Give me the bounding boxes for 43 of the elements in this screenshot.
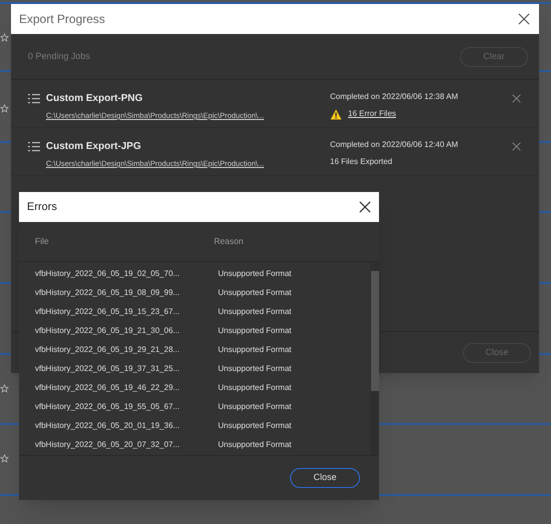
star-icon <box>0 454 9 463</box>
reason-cell: Unsupported Format <box>218 382 292 394</box>
file-cell-text: vfbHistory_2022_06_05_19_37_31_25... <box>35 363 181 376</box>
error-files-link[interactable]: 16 Error Files <box>348 108 396 120</box>
star-icon <box>0 104 9 113</box>
file-cell-text: vfbHistory_2022_06_05_20_07_32_07... <box>35 439 181 452</box>
reason-cell: Unsupported Format <box>218 344 292 356</box>
close-icon[interactable] <box>359 201 371 213</box>
list-icon[interactable] <box>28 93 40 105</box>
file-cell-text: vfbHistory_2022_06_05_19_55_05_67... <box>35 401 181 414</box>
column-header: File <box>35 235 50 248</box>
scrollbar-thumb[interactable] <box>370 271 378 391</box>
job-name: Custom Export-PNG <box>46 92 144 106</box>
file-cell-text: vfbHistory_2022_06_05_19_46_22_29... <box>35 382 181 394</box>
file-cell-text: vfbHistory_2022_06_05_19_15_23_67... <box>35 306 181 318</box>
job-status-text: Completed on 2022/06/06 12:40 AM <box>330 139 460 151</box>
star-icon <box>0 384 9 393</box>
list-icon[interactable] <box>28 141 40 153</box>
scrollbar[interactable] <box>370 262 379 455</box>
close-button[interactable]: Close <box>290 468 360 488</box>
job-status-text: Completed on 2022/06/06 12:38 AM <box>330 91 460 103</box>
file-cell-text: vfbHistory_2022_06_05_19_29_21_28... <box>35 344 181 356</box>
reason-cell: Unsupported Format <box>218 401 292 414</box>
reason-cell: Unsupported Format <box>218 268 292 280</box>
reason-cell: Unsupported Format <box>218 306 292 318</box>
column-header: Reason <box>214 235 244 248</box>
pending-jobs-text: 0 Pending Jobs <box>28 50 90 63</box>
reason-cell: Unsupported Format <box>218 286 292 299</box>
file-cell-text: vfbHistory_2022_06_05_19_08_09_99... <box>35 286 181 299</box>
window-title: Export Progress <box>19 11 106 28</box>
reason-cell: Unsupported Format <box>218 324 292 337</box>
warning-icon <box>330 108 342 120</box>
reason-cell: Unsupported Format <box>218 439 292 452</box>
reason-cell: Unsupported Format <box>218 420 292 432</box>
close-icon[interactable] <box>518 13 530 25</box>
job-name: Custom Export-JPG <box>46 140 142 154</box>
file-cell-text: vfbHistory_2022_06_05_19_02_05_70... <box>35 268 181 280</box>
result-text: 16 Files Exported <box>330 156 394 168</box>
file-cell-text: vfbHistory_2022_06_05_20_01_19_36... <box>35 420 181 432</box>
reason-cell: Unsupported Format <box>218 363 292 376</box>
window-title: Errors <box>27 200 57 215</box>
star-icon <box>0 33 9 42</box>
file-cell-text: vfbHistory_2022_06_05_19_21_30_06... <box>35 324 181 337</box>
